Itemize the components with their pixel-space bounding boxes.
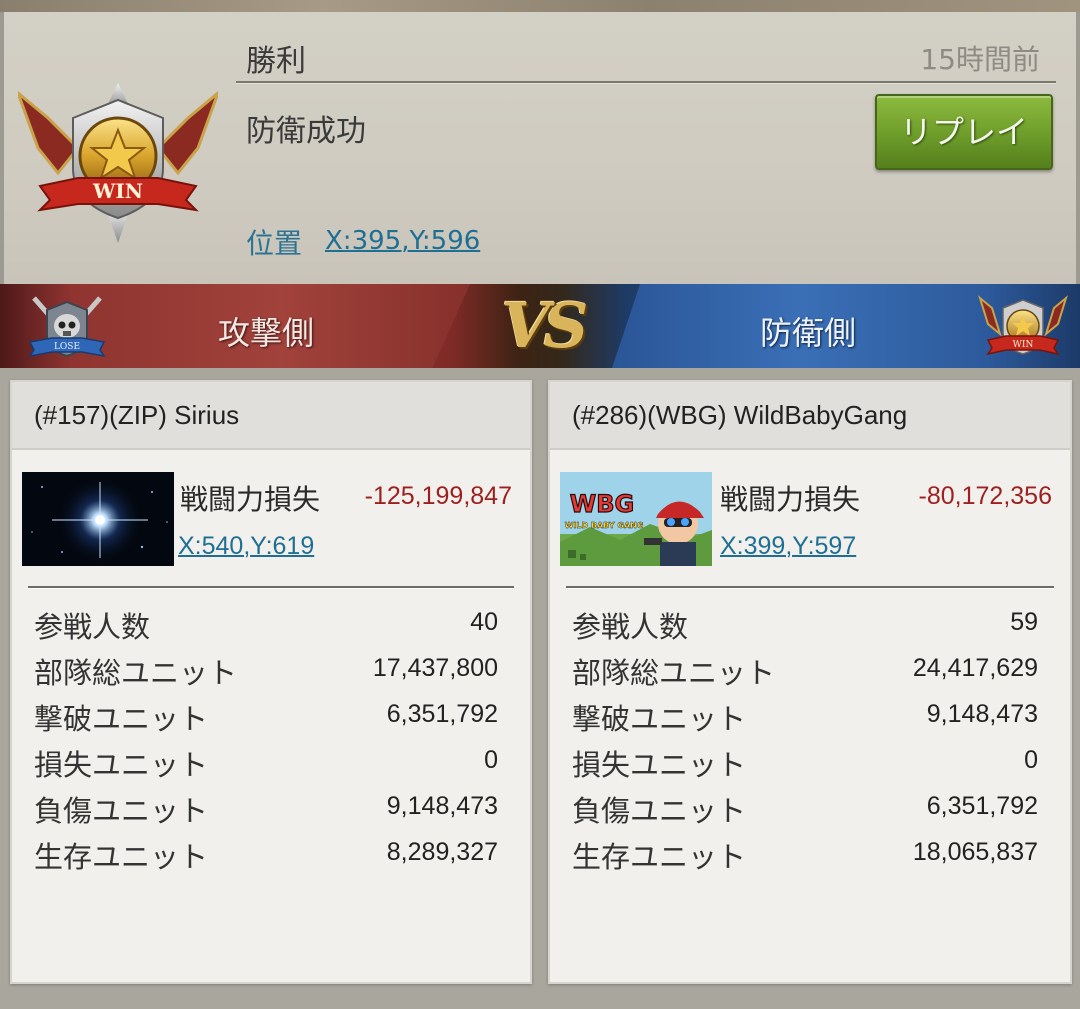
attacker-panel: (#157)(ZIP) Sirius 戦闘力損失 -125,199,847 X:…	[10, 380, 532, 984]
stat-value: 0	[1024, 746, 1038, 774]
stat-row: 損失ユニット 0	[572, 742, 1038, 788]
location-label: 位置	[246, 227, 303, 260]
attacker-power-loss-value: -125,199,847	[364, 482, 512, 510]
stat-row: 生存ユニット 18,065,837	[572, 834, 1038, 880]
stat-label: 部隊総ユニット	[34, 656, 238, 690]
attacker-power-loss-label: 戦闘力損失	[180, 483, 321, 516]
stat-label: 撃破ユニット	[572, 702, 747, 736]
battle-timestamp: 15時間前	[920, 43, 1040, 76]
stat-value: 9,148,473	[386, 792, 498, 820]
top-background-strip	[0, 0, 1080, 12]
defender-divider	[566, 586, 1054, 589]
attacker-stats: 参戦人数 40 部隊総ユニット 17,437,800 撃破ユニット 6,351,792…	[34, 604, 498, 880]
svg-text:WIN: WIN	[92, 179, 143, 203]
stat-row: 部隊総ユニット 24,417,629	[572, 650, 1038, 696]
defender-panel: (#286)(WBG) WildBabyGang WBG WILD BABY G…	[548, 380, 1072, 984]
lose-skull-badge-icon: LOSE	[28, 296, 106, 358]
stat-label: 負傷ユニット	[572, 794, 747, 828]
stat-label: 撃破ユニット	[34, 702, 209, 736]
stat-value: 9,148,473	[926, 700, 1038, 728]
stat-value: 6,351,792	[386, 700, 498, 728]
stat-label: 損失ユニット	[572, 748, 747, 782]
attacker-coords-link[interactable]: X:540,Y:619	[178, 532, 314, 561]
svg-text:LOSE: LOSE	[54, 342, 80, 352]
svg-text:WBG: WBG	[570, 490, 634, 518]
stat-value: 59	[1010, 608, 1038, 636]
win-medal-small-icon: WIN	[978, 295, 1068, 356]
attacker-side-label: 攻撃側	[218, 314, 315, 352]
stat-label: 部隊総ユニット	[572, 656, 776, 690]
stat-value: 6,351,792	[926, 792, 1038, 820]
attacker-avatar[interactable]	[22, 472, 174, 566]
result-title: 勝利	[246, 44, 306, 79]
win-medal-icon: WIN	[18, 83, 218, 243]
defender-power-loss-label: 戦闘力損失	[720, 483, 861, 516]
stat-row: 参戦人数 59	[572, 604, 1038, 650]
vs-emblem: VS	[501, 289, 589, 362]
defender-coords-link[interactable]: X:399,Y:597	[720, 532, 856, 561]
stat-label: 負傷ユニット	[34, 794, 209, 828]
header-divider	[236, 81, 1056, 84]
defender-power-loss-value: -80,172,356	[918, 482, 1052, 510]
stat-label: 参戦人数	[572, 610, 689, 644]
stat-label: 損失ユニット	[34, 748, 209, 782]
stat-value: 17,437,800	[372, 654, 498, 682]
attacker-name[interactable]: (#157)(ZIP) Sirius	[12, 382, 530, 450]
attacker-divider	[28, 586, 514, 589]
stat-label: 生存ユニット	[34, 840, 209, 874]
stat-row: 撃破ユニット 6,351,792	[34, 696, 498, 742]
stat-row: 参戦人数 40	[34, 604, 498, 650]
svg-text:WIN: WIN	[1013, 340, 1034, 350]
stat-value: 18,065,837	[912, 838, 1038, 866]
stat-value: 8,289,327	[386, 838, 498, 866]
replay-button[interactable]: リプレイ	[875, 94, 1053, 170]
stat-value: 24,417,629	[912, 654, 1038, 682]
stat-value: 40	[470, 608, 498, 636]
stat-row: 生存ユニット 8,289,327	[34, 834, 498, 880]
defender-avatar[interactable]: WBG WILD BABY GANG	[560, 472, 712, 566]
stat-row: 負傷ユニット 9,148,473	[34, 788, 498, 834]
stat-value: 0	[484, 746, 498, 774]
defender-name[interactable]: (#286)(WBG) WildBabyGang	[550, 382, 1070, 450]
stat-row: 損失ユニット 0	[34, 742, 498, 788]
stat-row: 負傷ユニット 6,351,792	[572, 788, 1038, 834]
stat-label: 参戦人数	[34, 610, 151, 644]
result-subtitle: 防衛成功	[246, 114, 366, 149]
stat-row: 撃破ユニット 9,148,473	[572, 696, 1038, 742]
location-coords-link[interactable]: X:395,Y:596	[325, 226, 480, 256]
stat-row: 部隊総ユニット 17,437,800	[34, 650, 498, 696]
stat-label: 生存ユニット	[572, 840, 747, 874]
defender-stats: 参戦人数 59 部隊総ユニット 24,417,629 撃破ユニット 9,148,473…	[572, 604, 1038, 880]
defender-side-label: 防衛側	[760, 314, 857, 352]
svg-text:WILD BABY GANG: WILD BABY GANG	[565, 521, 644, 530]
